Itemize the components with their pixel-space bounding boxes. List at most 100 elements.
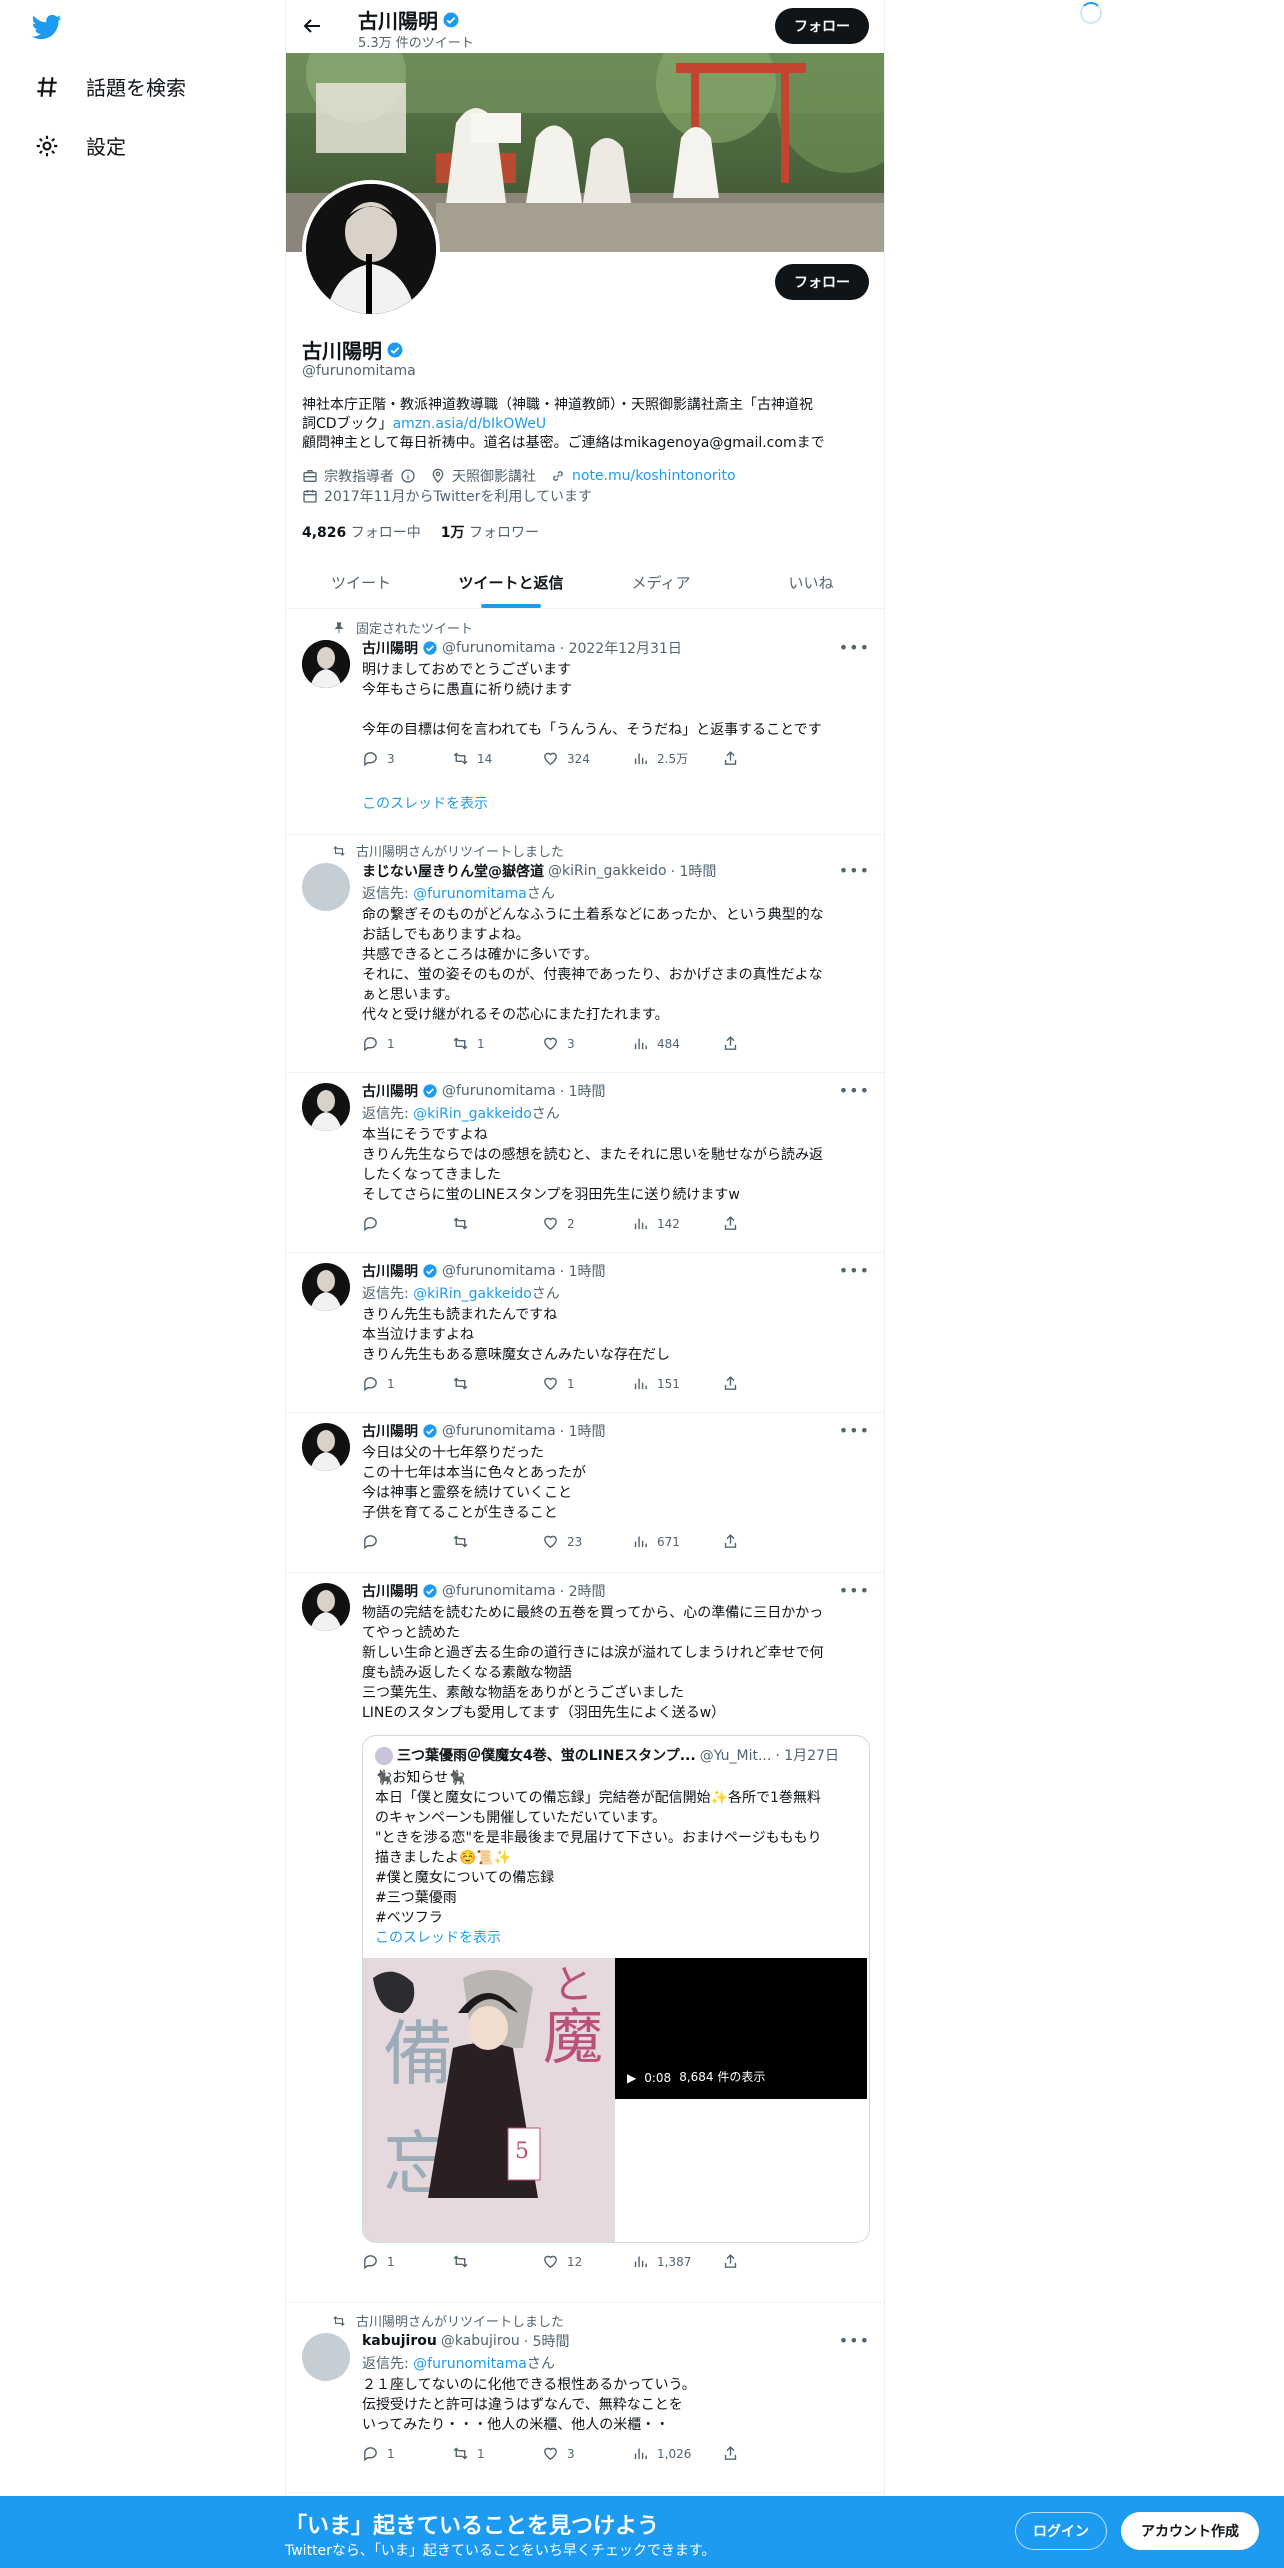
- tab-media[interactable]: メディア: [586, 556, 736, 608]
- author-handle[interactable]: @furunomitama: [442, 1083, 556, 1099]
- like-button[interactable]: 3: [542, 1035, 602, 1052]
- tweet-time[interactable]: · 1時間: [560, 1421, 606, 1441]
- retweet-button[interactable]: [452, 1533, 512, 1550]
- back-arrow-icon[interactable]: [300, 14, 324, 38]
- reply-button[interactable]: 3: [362, 750, 422, 767]
- avatar[interactable]: [302, 1423, 350, 1471]
- tab-tweets-and-replies[interactable]: ツイートと返信: [436, 556, 586, 608]
- author-handle[interactable]: @furunomitama: [442, 640, 556, 656]
- reply-button[interactable]: 1: [362, 2253, 422, 2270]
- retweet-button[interactable]: 1: [452, 1035, 512, 1052]
- retweet-button[interactable]: [452, 2253, 512, 2270]
- avatar[interactable]: [302, 1583, 350, 1631]
- tweet-item[interactable]: ••• 古川陽明 @furunomitama · 1時間 返信先: @kiRin…: [286, 1073, 884, 1253]
- author-name[interactable]: 古川陽明: [362, 1581, 418, 1601]
- views-button[interactable]: 671: [632, 1533, 692, 1550]
- like-button[interactable]: 3: [542, 2445, 602, 2462]
- author-name[interactable]: kabujirou: [362, 2333, 437, 2349]
- quoted-tweet-header: 三つ葉優雨＠僕魔女4巻、蛍のLINEスタンプ... @Yu_Mit... · 1…: [375, 1746, 857, 1766]
- verified-badge-icon: [423, 1084, 437, 1098]
- like-button[interactable]: 1: [542, 1375, 602, 1392]
- profile-url[interactable]: note.mu/koshintonorito: [572, 468, 736, 484]
- share-button[interactable]: [722, 2253, 782, 2270]
- share-button[interactable]: [722, 1533, 782, 1550]
- author-name[interactable]: まじない屋きりん堂@嶽啓道: [362, 861, 544, 881]
- share-button[interactable]: [722, 750, 782, 767]
- quoted-video[interactable]: ▶ 0:08 8,684 件の表示: [615, 1958, 867, 2099]
- nav-explore[interactable]: 話題を検索: [34, 72, 186, 101]
- tab-likes[interactable]: いいね: [736, 556, 884, 608]
- tweet-item[interactable]: ••• 古川陽明 @furunomitama · 1時間 今日は父の十七年祭りだ…: [286, 1413, 884, 1573]
- signup-button[interactable]: アカウント作成: [1121, 2512, 1259, 2550]
- author-handle[interactable]: @kabujirou: [441, 2333, 520, 2349]
- profile-follow-button[interactable]: フォロー: [775, 264, 869, 300]
- like-button[interactable]: 324: [542, 750, 602, 767]
- play-icon[interactable]: ▶: [627, 2071, 636, 2085]
- tweet-item[interactable]: ••• 古川陽明 @furunomitama · 2時間 物語の完結を読むために…: [286, 1573, 884, 2303]
- author-name[interactable]: 古川陽明: [362, 638, 418, 658]
- tweet-time[interactable]: · 2022年12月31日: [560, 638, 682, 658]
- retweet-button[interactable]: 1: [452, 2445, 512, 2462]
- show-thread-link[interactable]: このスレッドを表示: [375, 1928, 857, 1948]
- avatar[interactable]: [302, 863, 350, 911]
- views-button[interactable]: 1,387: [632, 2253, 692, 2270]
- avatar[interactable]: [302, 1083, 350, 1131]
- share-button[interactable]: [722, 1375, 782, 1392]
- following-stat[interactable]: 4,826 フォロー中: [302, 522, 421, 542]
- profile-avatar[interactable]: [302, 180, 440, 318]
- tab-tweets[interactable]: ツイート: [286, 556, 436, 608]
- followers-stat[interactable]: 1万 フォロワー: [441, 522, 539, 542]
- quoted-tweet[interactable]: 三つ葉優雨＠僕魔女4巻、蛍のLINEスタンプ... @Yu_Mit... · 1…: [362, 1735, 870, 2243]
- share-button[interactable]: [722, 2445, 782, 2462]
- views-button[interactable]: 2.5万: [632, 750, 692, 767]
- author-name[interactable]: 古川陽明: [362, 1421, 418, 1441]
- tweet-time[interactable]: · 2時間: [560, 1581, 606, 1601]
- tweet-item[interactable]: 古川陽明さんがリツイートしました ••• まじない屋きりん堂@嶽啓道 @kiRi…: [286, 835, 884, 1073]
- author-handle[interactable]: @furunomitama: [442, 1583, 556, 1599]
- share-button[interactable]: [722, 1035, 782, 1052]
- reply-button[interactable]: [362, 1215, 422, 1232]
- like-button[interactable]: 23: [542, 1533, 602, 1550]
- avatar[interactable]: [302, 1263, 350, 1311]
- tweet-item[interactable]: ••• 古川陽明 @furunomitama · 1時間 返信先: @kiRin…: [286, 1253, 884, 1413]
- author-handle[interactable]: @furunomitama: [442, 1423, 556, 1439]
- tweet-item[interactable]: 古川陽明さんがリツイートしました ••• kabujirou @kabujiro…: [286, 2303, 884, 2493]
- reply-button[interactable]: 1: [362, 1035, 422, 1052]
- like-button[interactable]: 2: [542, 1215, 602, 1232]
- login-button[interactable]: ログイン: [1015, 2512, 1107, 2550]
- tweet-time[interactable]: · 1時間: [671, 861, 717, 881]
- views-button[interactable]: 151: [632, 1375, 692, 1392]
- tweet-item[interactable]: 固定されたツイート ••• 古川陽明 @furunomitama · 2022年…: [286, 610, 884, 835]
- reply-button[interactable]: 1: [362, 1375, 422, 1392]
- views-button[interactable]: 484: [632, 1035, 692, 1052]
- reply-button[interactable]: 1: [362, 2445, 422, 2462]
- retweet-button[interactable]: [452, 1215, 512, 1232]
- author-name[interactable]: 古川陽明: [362, 1081, 418, 1101]
- reply-to-link[interactable]: @furunomitama: [413, 886, 527, 902]
- like-button[interactable]: 12: [542, 2253, 602, 2270]
- views-button[interactable]: 142: [632, 1215, 692, 1232]
- nav-settings[interactable]: 設定: [34, 131, 126, 160]
- tweet-time[interactable]: · 1時間: [560, 1081, 606, 1101]
- author-handle[interactable]: @furunomitama: [442, 1263, 556, 1279]
- share-button[interactable]: [722, 1215, 782, 1232]
- author-handle[interactable]: @kiRin_gakkeido: [548, 863, 667, 879]
- header-follow-button[interactable]: フォロー: [775, 8, 869, 44]
- quoted-image[interactable]: 備 忘 魔 と 5: [363, 1958, 615, 2242]
- reply-to-link[interactable]: @furunomitama: [413, 2356, 527, 2372]
- twitter-logo-icon[interactable]: [30, 12, 64, 42]
- retweet-button[interactable]: [452, 1375, 512, 1392]
- show-thread-link[interactable]: このスレッドを表示: [362, 793, 870, 813]
- avatar[interactable]: [302, 640, 350, 688]
- info-icon[interactable]: [400, 468, 416, 484]
- retweet-button[interactable]: 14: [452, 750, 512, 767]
- tweet-time[interactable]: · 5時間: [524, 2331, 570, 2351]
- views-button[interactable]: 1,026: [632, 2445, 692, 2462]
- reply-button[interactable]: [362, 1533, 422, 1550]
- avatar[interactable]: [302, 2333, 350, 2381]
- reply-to-link[interactable]: @kiRin_gakkeido: [413, 1286, 532, 1302]
- reply-to-link[interactable]: @kiRin_gakkeido: [413, 1106, 532, 1122]
- author-name[interactable]: 古川陽明: [362, 1261, 418, 1281]
- tweet-time[interactable]: · 1時間: [560, 1261, 606, 1281]
- bio-link[interactable]: amzn.asia/d/bIkOWeU: [393, 416, 547, 432]
